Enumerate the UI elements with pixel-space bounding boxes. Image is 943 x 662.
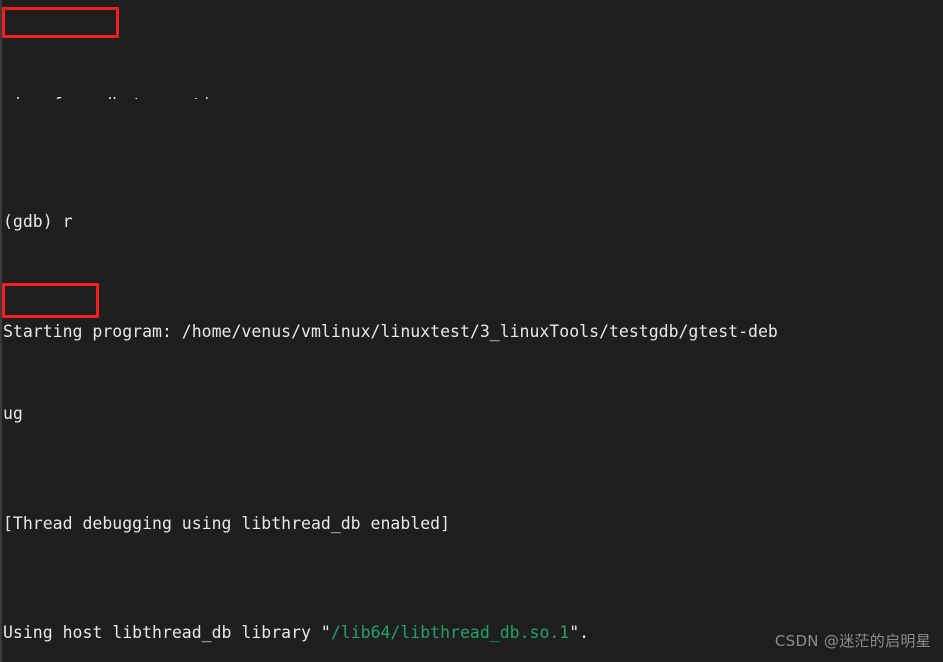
libthread-suffix: ".	[569, 623, 590, 643]
starting-program-wrap-text: ug	[3, 404, 23, 424]
terminal-line-starting-program: Starting program: /home/venus/vmlinux/li…	[2, 318, 943, 345]
libthread-path: /lib64/libthread_db.so.1	[330, 623, 570, 643]
terminal-line-starting-program-wrap: ug	[2, 400, 943, 427]
csdn-watermark: CSDN @迷茫的启明星	[774, 631, 931, 650]
gdb-command-run: r	[62, 212, 73, 232]
gdb-prompt: (gdb)	[3, 212, 63, 232]
partial-text: ping for gdb to continue...	[3, 95, 271, 99]
starting-program-text: Starting program: /home/venus/vmlinux/li…	[3, 321, 778, 341]
terminal-line-prompt-run: (gdb) r	[2, 208, 943, 235]
terminal-screen[interactable]: ping for gdb to continue... (gdb) r Star…	[2, 0, 943, 662]
terminal-line-partial: ping for gdb to continue...	[2, 91, 943, 99]
thread-debugging-text: [Thread debugging using libthread_db ena…	[3, 513, 451, 533]
terminal-line-thread-debugging: [Thread debugging using libthread_db ena…	[2, 510, 943, 537]
terminal-window[interactable]: ping for gdb to continue... (gdb) r Star…	[0, 0, 943, 662]
libthread-prefix: Using host libthread_db library "	[3, 623, 331, 643]
